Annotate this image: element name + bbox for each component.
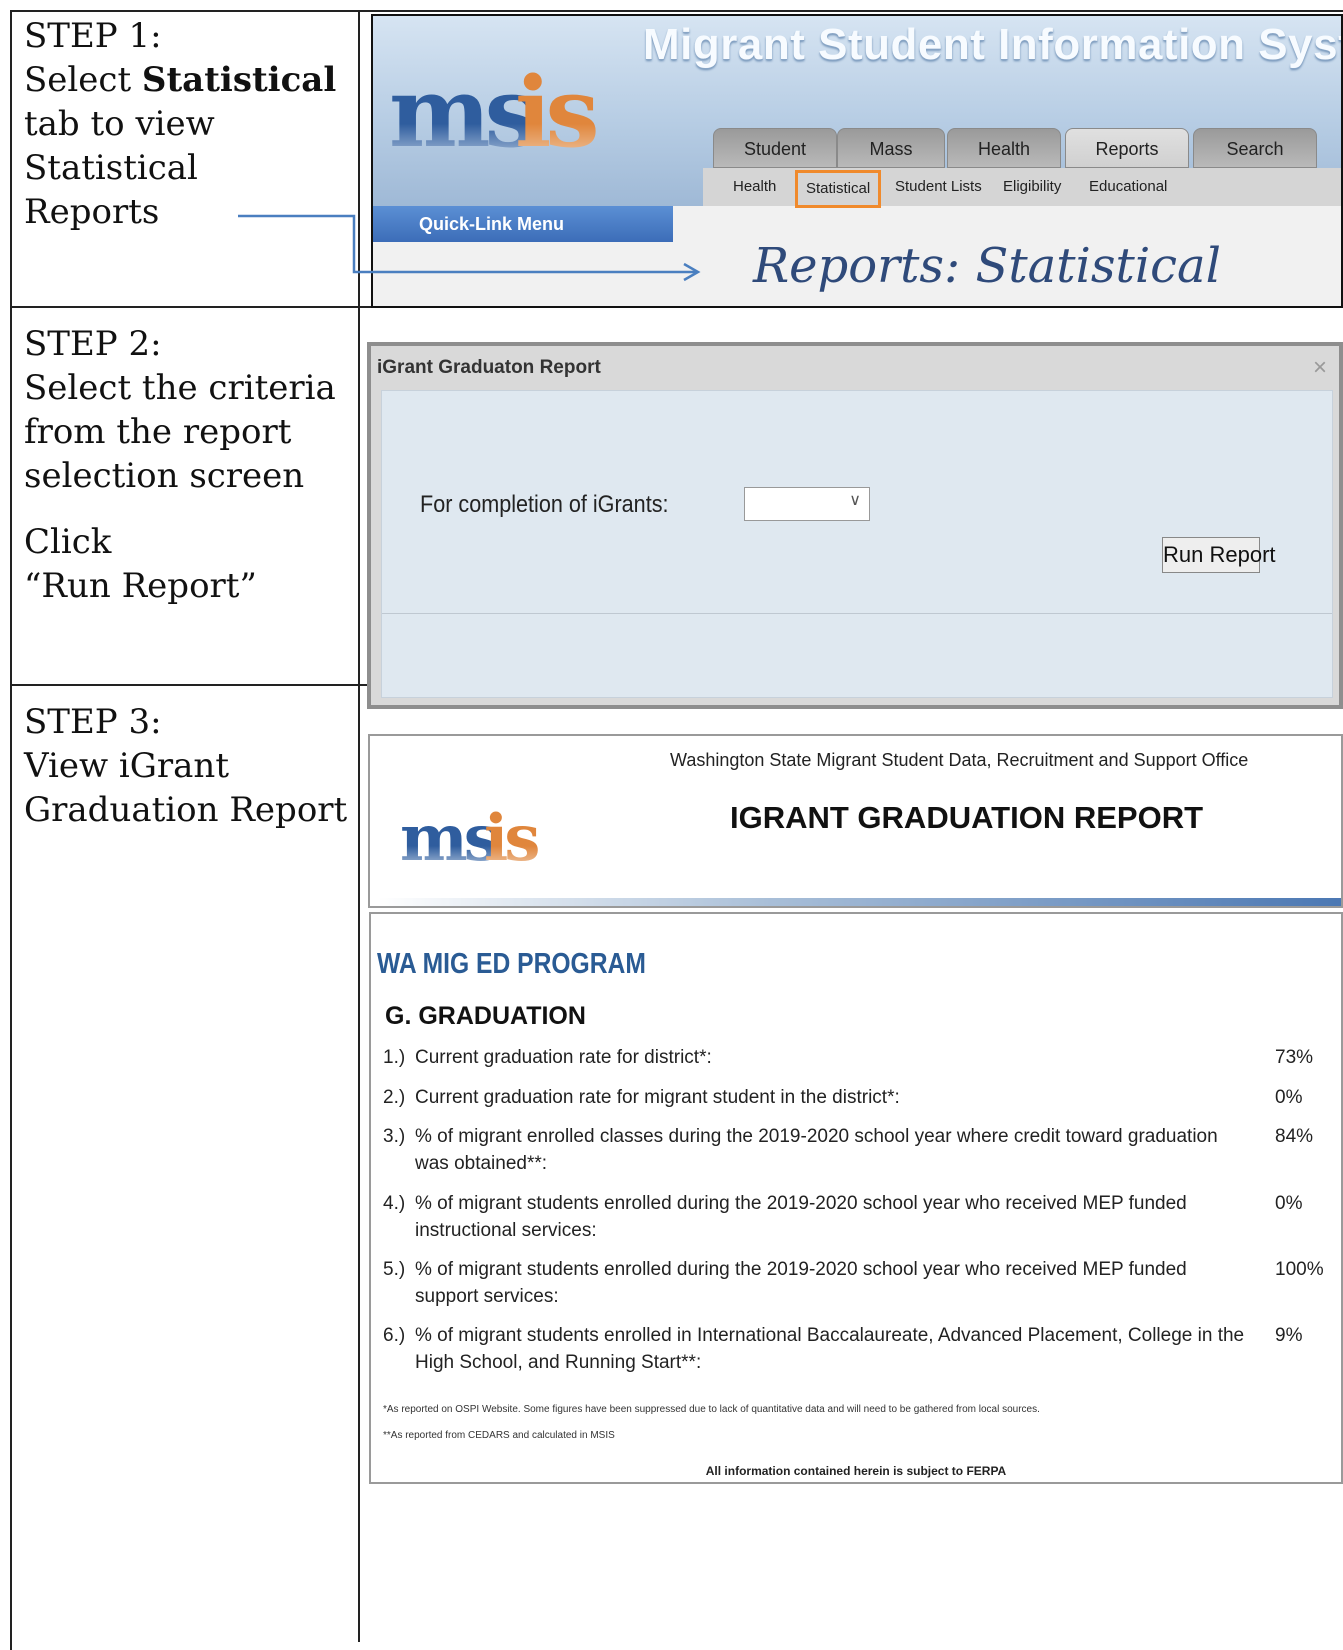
subnav-educational[interactable]: Educational: [1089, 168, 1167, 206]
tab-student[interactable]: Student: [713, 128, 837, 168]
system-title: Migrant Student Information System: [643, 20, 1343, 69]
subnav-statistical[interactable]: Statistical: [795, 170, 882, 208]
step2-line3: selection screen: [24, 456, 305, 496]
section-heading: G. GRADUATION: [385, 1002, 586, 1030]
msis-logo: ms is: [400, 801, 542, 876]
step2-instructions: STEP 2: Select the criteria from the rep…: [24, 322, 336, 608]
pointer-arrow: [238, 214, 701, 282]
step1-line3: Statistical: [24, 148, 198, 188]
footnote-cedars: **As reported from CEDARS and calculated…: [383, 1430, 615, 1441]
step2-heading: STEP 2:: [24, 324, 162, 364]
tab-mass[interactable]: Mass: [837, 128, 945, 168]
header-accent-bar: [378, 898, 1341, 906]
step1-line1: Select Statistical: [24, 60, 337, 100]
step3-line1: View iGrant: [24, 746, 229, 786]
dialog-body: For completion of iGrants: ∨ Run Report: [381, 390, 1333, 698]
reports-subnav: Health Statistical Student Lists Eligibi…: [703, 168, 1341, 208]
step1-heading: STEP 1:: [24, 16, 162, 56]
report-body: WA MIG ED PROGRAM G. GRADUATION 1.) Curr…: [369, 912, 1343, 1484]
program-heading: WA MIG ED PROGRAM: [377, 948, 646, 980]
report-header: Washington State Migrant Student Data, R…: [368, 734, 1343, 908]
step3-heading: STEP 3:: [24, 702, 162, 742]
step2-line2: from the report: [24, 412, 292, 452]
chevron-down-icon: ∨: [849, 492, 861, 509]
subnav-eligibility[interactable]: Eligibility: [1003, 168, 1061, 206]
reports-statistical-heading: Reports: Statistical: [753, 238, 1222, 294]
step3-instructions: STEP 3: View iGrant Graduation Report: [24, 700, 347, 832]
run-report-button[interactable]: Run Report: [1162, 537, 1276, 573]
ferpa-notice: All information contained herein is subj…: [705, 1464, 1007, 1478]
tab-search[interactable]: Search: [1193, 128, 1317, 168]
subnav-health[interactable]: Health: [733, 168, 776, 206]
step2-line5: “Run Report”: [24, 566, 257, 606]
step2-line1: Select the criteria: [24, 368, 336, 408]
report-org: Washington State Migrant Student Data, R…: [670, 750, 1249, 770]
igrants-select[interactable]: ∨: [744, 487, 870, 521]
msis-logo: ms is: [389, 56, 602, 169]
svg-text:ms: ms: [389, 56, 536, 169]
tab-health[interactable]: Health: [947, 128, 1061, 168]
dialog-divider: [382, 613, 1332, 614]
igrants-label: For completion of iGrants:: [420, 491, 669, 518]
footnote-ospi: *As reported on OSPI Website. Some figur…: [383, 1404, 1040, 1415]
dialog-title: iGrant Graduaton Report: [371, 346, 1339, 390]
tab-reports[interactable]: Reports: [1065, 128, 1189, 168]
step2-dialog: iGrant Graduaton Report × For completion…: [367, 342, 1343, 709]
svg-text:is: is: [515, 56, 596, 169]
svg-text:is: is: [484, 801, 538, 876]
step3-line2: Graduation Report: [24, 790, 348, 830]
step2-line4: Click: [24, 522, 112, 562]
step1-line2: tab to view: [24, 104, 215, 144]
subnav-student-lists[interactable]: Student Lists: [895, 168, 982, 206]
report-title: IGRANT GRADUATION REPORT: [730, 800, 1204, 835]
close-icon[interactable]: ×: [1313, 346, 1327, 390]
